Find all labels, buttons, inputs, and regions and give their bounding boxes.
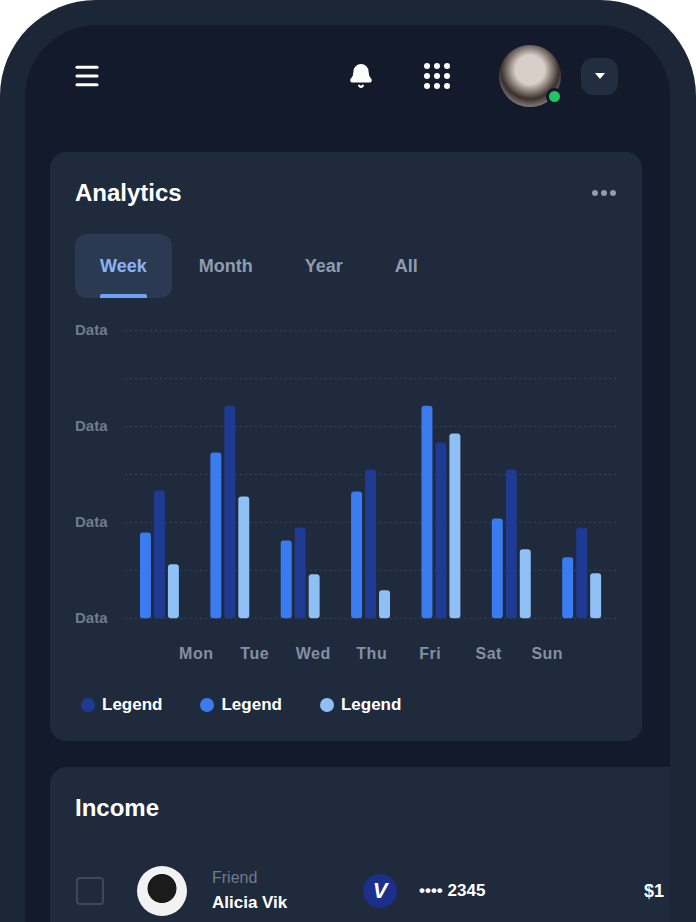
period-tab[interactable]: Year bbox=[280, 234, 368, 298]
x-tick-label: Sun bbox=[518, 644, 577, 664]
legend-item: Legend bbox=[200, 695, 281, 715]
legend-dot bbox=[81, 698, 95, 712]
row-checkbox[interactable] bbox=[76, 877, 104, 905]
chart-bar[interactable] bbox=[576, 527, 587, 618]
grid-line bbox=[125, 330, 617, 331]
bell-icon[interactable] bbox=[348, 63, 374, 89]
user-menu-button[interactable] bbox=[581, 58, 618, 95]
grid-line bbox=[125, 426, 617, 427]
legend-label: Legend bbox=[221, 695, 281, 715]
grid-line bbox=[125, 378, 617, 379]
chart-bar[interactable] bbox=[449, 434, 460, 619]
y-tick-label: Data bbox=[75, 321, 125, 339]
card-brand-logo: V bbox=[363, 874, 397, 908]
chart-bar[interactable] bbox=[492, 518, 503, 618]
chart-bar[interactable] bbox=[365, 470, 376, 619]
period-tab[interactable]: Month bbox=[174, 234, 278, 298]
chart-bar[interactable] bbox=[168, 564, 179, 618]
chart-bar[interactable] bbox=[154, 490, 165, 618]
period-tab[interactable]: All bbox=[370, 234, 443, 298]
card-header: Analytics bbox=[75, 176, 617, 210]
x-tick-label: Tue bbox=[226, 644, 285, 664]
x-tick-label: Fri bbox=[401, 644, 460, 664]
online-status-dot bbox=[546, 88, 563, 105]
top-bar bbox=[25, 45, 670, 107]
y-axis: Data Data Data Data bbox=[75, 321, 125, 627]
legend-label: Legend bbox=[341, 695, 401, 715]
screen: AnalyticsWeekMonthYearAllDataDataDataDat… bbox=[25, 25, 670, 922]
menu-button[interactable] bbox=[72, 61, 102, 91]
x-tick-label: Sat bbox=[460, 644, 519, 664]
chart-bar[interactable] bbox=[421, 406, 432, 619]
phone-frame: AnalyticsWeekMonthYearAllDataDataDataDat… bbox=[0, 0, 696, 922]
card-title: Income bbox=[75, 791, 670, 825]
y-tick-label: Data bbox=[75, 513, 125, 531]
user-avatar[interactable] bbox=[499, 45, 561, 107]
apps-grid-icon[interactable] bbox=[424, 63, 450, 89]
legend-item: Legend bbox=[320, 695, 401, 715]
chart-bar[interactable] bbox=[562, 557, 573, 618]
caret-down-icon bbox=[594, 72, 606, 80]
chart-bar[interactable] bbox=[520, 549, 531, 618]
chart-bar[interactable] bbox=[140, 532, 151, 618]
card-number: •••• 2345 bbox=[419, 881, 644, 901]
chart-bar[interactable] bbox=[295, 527, 306, 618]
person-info: Friend Alicia Vik bbox=[212, 868, 337, 914]
apps-button[interactable] bbox=[424, 63, 450, 89]
bar-chart bbox=[125, 330, 617, 620]
x-tick-label: Wed bbox=[284, 644, 343, 664]
legend-dot bbox=[200, 698, 214, 712]
legend-dot bbox=[320, 698, 334, 712]
chart-bar[interactable] bbox=[309, 574, 320, 618]
chart-bar[interactable] bbox=[351, 491, 362, 618]
y-tick-label: Data bbox=[75, 609, 125, 627]
chart-bar[interactable] bbox=[281, 540, 292, 618]
person-avatar bbox=[137, 866, 187, 916]
chart-bar[interactable] bbox=[210, 453, 221, 619]
amount: $1 bbox=[644, 881, 664, 902]
chart-bar[interactable] bbox=[238, 496, 249, 618]
menu-icon[interactable] bbox=[72, 61, 102, 91]
chart-bar[interactable] bbox=[506, 470, 517, 619]
chart-bar[interactable] bbox=[590, 573, 601, 618]
person-name: Alicia Vik bbox=[212, 892, 337, 914]
notifications-button[interactable] bbox=[348, 63, 374, 89]
legend-label: Legend bbox=[102, 695, 162, 715]
more-button[interactable] bbox=[591, 189, 617, 197]
more-icon[interactable] bbox=[591, 189, 617, 197]
chart-bar[interactable] bbox=[224, 406, 235, 619]
income-card: Income Friend Alicia Vik V •••• 2345$1 bbox=[50, 767, 670, 922]
chart-bar[interactable] bbox=[435, 443, 446, 619]
period-tab[interactable]: Week bbox=[75, 234, 172, 298]
chart-legend: Legend Legend Legend bbox=[81, 695, 617, 715]
legend-item: Legend bbox=[81, 695, 162, 715]
period-tabs: WeekMonthYearAll bbox=[75, 234, 617, 298]
card-title: Analytics bbox=[75, 176, 182, 210]
income-row[interactable]: Friend Alicia Vik V •••• 2345$1 bbox=[76, 866, 670, 916]
analytics-card: AnalyticsWeekMonthYearAllDataDataDataDat… bbox=[50, 152, 642, 741]
x-tick-label: Thu bbox=[343, 644, 402, 664]
chart-bar[interactable] bbox=[379, 590, 390, 618]
person-category: Friend bbox=[212, 868, 337, 888]
tab-indicator bbox=[100, 294, 147, 298]
x-axis: MonTueWedThuFriSatSun bbox=[167, 644, 617, 664]
chart-area: DataDataDataData bbox=[75, 330, 617, 627]
y-tick-label: Data bbox=[75, 417, 125, 435]
x-tick-label: Mon bbox=[167, 644, 226, 664]
